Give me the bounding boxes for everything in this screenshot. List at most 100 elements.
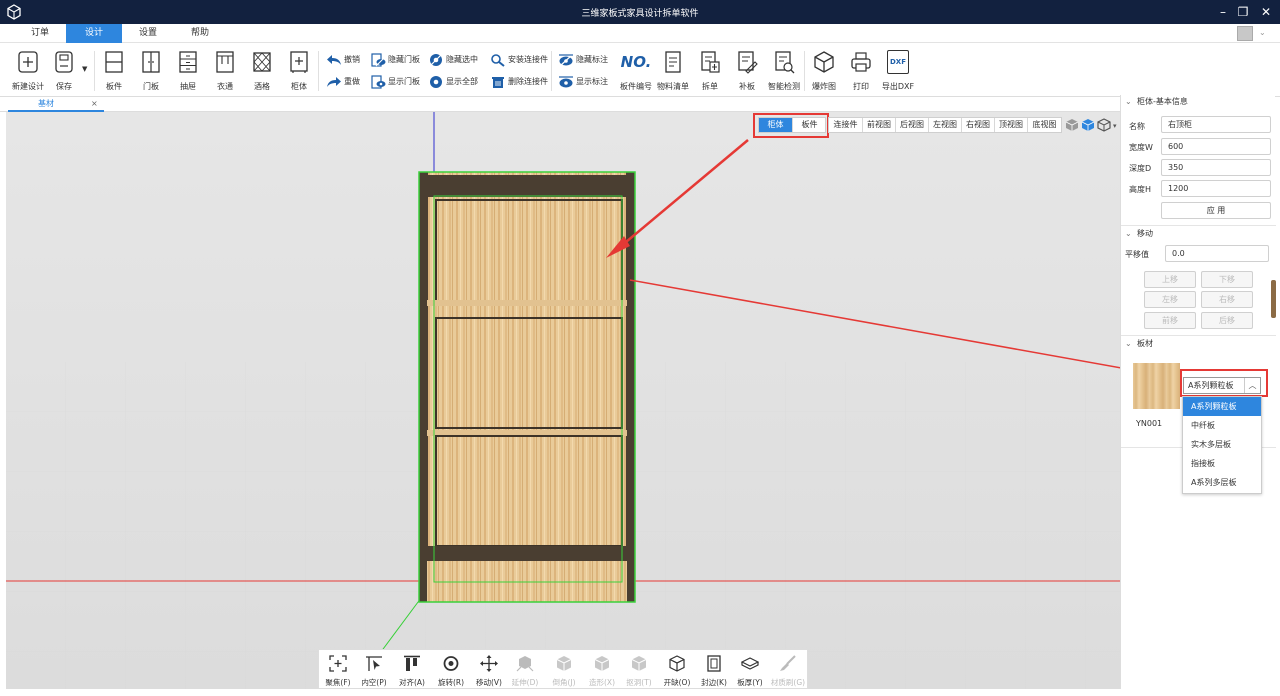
show-all-button[interactable]: 显示全部 xyxy=(428,73,478,90)
save-dropdown-icon[interactable]: ▼ xyxy=(82,65,87,73)
wireframe-cube-icon[interactable] xyxy=(1065,119,1079,131)
move-down-button[interactable]: 下移 xyxy=(1201,271,1253,288)
material-list-icon xyxy=(665,51,681,73)
width-field[interactable]: 600 xyxy=(1161,138,1271,155)
chevron-down-icon: ⌄ xyxy=(1125,339,1132,348)
panel-scrollbar[interactable] xyxy=(1271,280,1276,318)
material-option[interactable]: 实木多层板 xyxy=(1183,435,1261,454)
drawer-icon xyxy=(179,51,197,73)
board-number-icon: NO. xyxy=(620,53,652,71)
avatar[interactable] xyxy=(1237,26,1253,41)
smart-check-button[interactable]: 智能检测 xyxy=(766,47,802,93)
move-button[interactable]: 移动(V) xyxy=(474,653,504,687)
align-button[interactable]: 对齐(A) xyxy=(397,653,427,687)
show-annotation-button[interactable]: 显示标注 xyxy=(558,73,608,90)
hide-selected-icon xyxy=(430,53,442,66)
tab-help[interactable]: 帮助 xyxy=(172,24,228,43)
show-door-button[interactable]: 显示门板 xyxy=(370,73,420,90)
close-window-icon[interactable]: ✕ xyxy=(1255,3,1277,21)
install-connector-button[interactable]: 安装连接件 xyxy=(490,51,548,68)
left-view-button[interactable]: 左视图 xyxy=(929,118,962,132)
move-front-button[interactable]: 前移 xyxy=(1144,312,1196,329)
bottom-view-button[interactable]: 底视图 xyxy=(1028,118,1061,132)
notch-button[interactable]: 开缺(O) xyxy=(662,653,692,687)
restore-icon[interactable]: ❐ xyxy=(1232,3,1254,21)
back-view-button[interactable]: 后视图 xyxy=(896,118,929,132)
title-bar: 三维家板式家具设计拆单软件 – ❐ ✕ xyxy=(0,0,1280,24)
top-view-button[interactable]: 顶视图 xyxy=(995,118,1028,132)
connector-view-button[interactable]: 连接件 xyxy=(829,118,863,132)
render-mode-dropdown-icon[interactable]: ▾ xyxy=(1113,122,1117,130)
move-left-button[interactable]: 左移 xyxy=(1144,291,1196,308)
move-back-button[interactable]: 后移 xyxy=(1201,312,1253,329)
export-dxf-button[interactable]: DXF 导出DXF xyxy=(880,47,916,93)
hide-selected-button[interactable]: 隐藏选中 xyxy=(428,51,478,68)
add-board-icon xyxy=(738,51,758,74)
shape-button[interactable]: 造形(X) xyxy=(587,653,617,687)
move-section-header[interactable]: ⌄ 移动 xyxy=(1121,227,1276,241)
export-dxf-icon: DXF xyxy=(887,50,909,74)
undo-button[interactable]: 撤销 xyxy=(326,51,360,68)
minimize-icon[interactable]: – xyxy=(1212,3,1234,21)
material-option[interactable]: A系列颗粒板 xyxy=(1183,397,1261,416)
apply-button[interactable]: 应 用 xyxy=(1161,202,1271,219)
main-toolbar: 新建设计 保存 ▼ 板件 门板 抽屉 衣通 酒格 柜体 撤销 重做 隐藏门板 显… xyxy=(0,43,1280,97)
offset-label: 平移值 xyxy=(1125,250,1149,259)
tab-settings[interactable]: 设置 xyxy=(120,24,176,43)
name-field[interactable]: 右顶柜 xyxy=(1161,116,1271,133)
doc-tab-base-material[interactable]: 基材 × xyxy=(8,97,104,112)
hide-door-button[interactable]: 隐藏门板 xyxy=(370,51,420,68)
cabinet-model[interactable] xyxy=(418,171,636,603)
redo-button[interactable]: 重做 xyxy=(326,73,360,90)
hide-annotation-button[interactable]: 隐藏标注 xyxy=(558,51,608,68)
rotate-button[interactable]: 旋转(R) xyxy=(436,653,466,687)
material-brush-button[interactable]: 材质刷(G) xyxy=(771,653,805,687)
move-right-button[interactable]: 右移 xyxy=(1201,291,1253,308)
tab-design[interactable]: 设计 xyxy=(66,24,122,43)
cabinet-button[interactable]: 柜体 xyxy=(281,47,317,93)
material-option[interactable]: 中纤板 xyxy=(1183,416,1261,435)
material-option[interactable]: 指接板 xyxy=(1183,454,1261,473)
shape-icon xyxy=(594,656,610,671)
new-design-icon xyxy=(18,51,38,73)
chamfer-icon xyxy=(556,656,572,671)
focus-button[interactable]: 聚焦(F) xyxy=(323,653,353,687)
delete-connector-button[interactable]: 删除连接件 xyxy=(490,73,548,90)
view-buttons: 连接件 前视图 后视图 左视图 右视图 顶视图 底视图 xyxy=(828,117,1062,133)
inner-space-button[interactable]: 内空(P) xyxy=(359,653,389,687)
delete-connector-icon xyxy=(492,76,504,88)
move-up-button[interactable]: 上移 xyxy=(1144,271,1196,288)
material-section-header[interactable]: ⌄ 板材 xyxy=(1121,337,1276,351)
redo-icon xyxy=(327,76,341,87)
explode-view-icon xyxy=(814,51,834,73)
menu-tabs: 订单 设计 设置 帮助 ⌄ xyxy=(0,24,1280,43)
material-option[interactable]: A系列多层板 xyxy=(1183,473,1261,492)
board-icon xyxy=(105,51,123,73)
thickness-button[interactable]: 板厚(Y) xyxy=(735,653,765,687)
right-view-button[interactable]: 右视图 xyxy=(962,118,995,132)
front-view-button[interactable]: 前视图 xyxy=(863,118,896,132)
chevron-down-icon: ⌄ xyxy=(1125,229,1132,238)
close-icon[interactable]: × xyxy=(91,97,98,110)
basic-info-header[interactable]: ⌄ 柜体-基本信息 xyxy=(1121,95,1276,109)
save-button[interactable]: 保存 xyxy=(46,47,82,93)
3d-viewport[interactable] xyxy=(6,112,1120,689)
solid-cube-icon[interactable] xyxy=(1081,119,1095,131)
cut-hole-button[interactable]: 抠洞(T) xyxy=(624,653,654,687)
height-field[interactable]: 1200 xyxy=(1161,180,1271,197)
window-title: 三维家板式家具设计拆单软件 xyxy=(581,9,699,19)
chamfer-button[interactable]: 倒角(J) xyxy=(549,653,579,687)
material-brush-icon xyxy=(780,655,796,671)
chevron-down-icon[interactable]: ⌄ xyxy=(1259,28,1266,37)
extend-icon xyxy=(516,656,534,672)
offset-field[interactable]: 0.0 xyxy=(1165,245,1269,262)
rotate-icon xyxy=(443,656,459,671)
tab-order[interactable]: 订单 xyxy=(12,24,68,43)
extend-button[interactable]: 延伸(D) xyxy=(510,653,540,687)
textured-cube-icon[interactable] xyxy=(1097,118,1111,132)
depth-field[interactable]: 350 xyxy=(1161,159,1271,176)
height-label: 高度H xyxy=(1129,185,1152,194)
material-swatch[interactable] xyxy=(1133,363,1180,409)
edge-band-button[interactable]: 封边(K) xyxy=(699,653,729,687)
show-door-icon xyxy=(371,74,386,89)
